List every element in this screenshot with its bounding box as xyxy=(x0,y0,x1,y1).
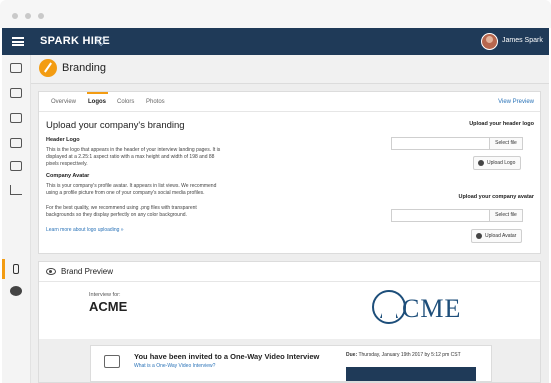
desc-line: pixels respectively. xyxy=(46,161,88,167)
menu-icon[interactable] xyxy=(12,37,24,46)
active-tab-indicator xyxy=(87,92,108,94)
desc-line: displayed at a 2.25:1 aspect ratio with … xyxy=(46,154,215,160)
desc-line: This is the logo that appears in the hea… xyxy=(46,147,221,153)
avatar-file-input[interactable] xyxy=(391,209,490,222)
upload-header-label: Upload your header logo xyxy=(469,121,534,127)
main-content: Branding Overview Logos Colors Photos Vi… xyxy=(31,55,549,383)
due-date: Due: Thursday, January 19th 2017 by 5:12… xyxy=(346,352,461,358)
upload-logo-button[interactable]: Upload Logo xyxy=(473,156,522,170)
window-dot xyxy=(38,13,44,19)
company-logo: CME xyxy=(372,290,484,326)
desc-line: backgrounds so they display perfectly on… xyxy=(46,212,187,218)
window-dot xyxy=(12,13,18,19)
window-chrome xyxy=(0,0,551,28)
top-navbar: SPARK HIRE James Spark xyxy=(2,28,549,55)
avatar-desc: This is your company's profile avatar. I… xyxy=(46,183,216,197)
upload-icon xyxy=(476,233,482,239)
company-name: ACME xyxy=(89,299,128,314)
invite-title: You have been invited to a One-Way Video… xyxy=(134,352,320,361)
help-icon[interactable] xyxy=(10,286,22,296)
header-file-row: Select file xyxy=(391,137,523,150)
folders-icon[interactable] xyxy=(10,138,22,148)
tab-colors[interactable]: Colors xyxy=(117,99,134,105)
list-icon[interactable] xyxy=(10,113,22,123)
sidebar xyxy=(2,55,31,383)
tab-bar: Overview Logos Colors Photos View Previe… xyxy=(39,92,540,112)
view-preview-link[interactable]: View Preview xyxy=(498,99,534,105)
invite-help-link[interactable]: What is a One-Way Video Interview? xyxy=(134,363,215,369)
branding-icon xyxy=(39,59,57,77)
page-header: Branding xyxy=(31,55,549,84)
due-value: Thursday, January 19th 2017 by 5:12 pm C… xyxy=(358,352,461,358)
header-logo-title: Header Logo xyxy=(46,137,80,143)
logos-card: Overview Logos Colors Photos View Previe… xyxy=(38,91,541,254)
button-label: Upload Logo xyxy=(487,160,516,166)
avatar-file-row: Select file xyxy=(391,209,523,222)
sidebar-active-indicator xyxy=(2,259,5,279)
user-name[interactable]: James Spark xyxy=(502,37,543,44)
best-quality-desc: For the best quality, we recommend using… xyxy=(46,205,197,219)
tab-photos[interactable]: Photos xyxy=(146,99,165,105)
browser-window: SPARK HIRE James Spark Branding Overview… xyxy=(0,0,551,383)
page-title: Branding xyxy=(62,62,107,74)
tab-logos[interactable]: Logos xyxy=(88,99,106,105)
preview-header: Brand Preview xyxy=(39,262,540,282)
start-interview-button[interactable] xyxy=(346,367,476,381)
eye-icon xyxy=(46,268,56,275)
header-logo-desc: This is the logo that appears in the hea… xyxy=(46,147,220,168)
video-icon[interactable] xyxy=(10,63,22,73)
chart-icon[interactable] xyxy=(10,185,22,195)
select-file-button[interactable]: Select file xyxy=(489,209,523,222)
logo-text: CME xyxy=(402,294,462,323)
upload-icon xyxy=(478,160,484,166)
desc-line: using a profile picture from one of your… xyxy=(46,190,205,196)
select-file-button[interactable]: Select file xyxy=(489,137,523,150)
due-label: Due: xyxy=(346,352,358,358)
tab-overview[interactable]: Overview xyxy=(51,99,76,105)
interview-for-label: Interview for: xyxy=(89,292,121,298)
preview-title: Brand Preview xyxy=(61,267,114,276)
desc-line: This is your company's profile avatar. I… xyxy=(46,183,217,189)
learn-more-link[interactable]: Learn more about logo uploading » xyxy=(46,227,124,233)
invite-band: You have been invited to a One-Way Video… xyxy=(39,339,540,382)
header-file-input[interactable] xyxy=(391,137,490,150)
section-heading: Upload your company's branding xyxy=(46,120,185,131)
video-interview-icon xyxy=(104,355,120,368)
desc-line: For the best quality, we recommend using… xyxy=(46,205,197,211)
invite-box: You have been invited to a One-Way Video… xyxy=(90,345,492,382)
brand-preview-card: Brand Preview Interview for: ACME CME Yo… xyxy=(38,261,541,383)
button-label: Upload Avatar xyxy=(485,233,517,239)
upload-avatar-button[interactable]: Upload Avatar xyxy=(471,229,523,243)
briefcase-icon[interactable] xyxy=(10,88,22,98)
layers-icon[interactable] xyxy=(10,161,22,171)
brush-icon[interactable] xyxy=(13,264,19,274)
avatar[interactable] xyxy=(481,33,498,50)
avatar-title: Company Avatar xyxy=(46,173,90,179)
upload-avatar-label: Upload your company avatar xyxy=(458,194,535,200)
window-dot xyxy=(25,13,31,19)
